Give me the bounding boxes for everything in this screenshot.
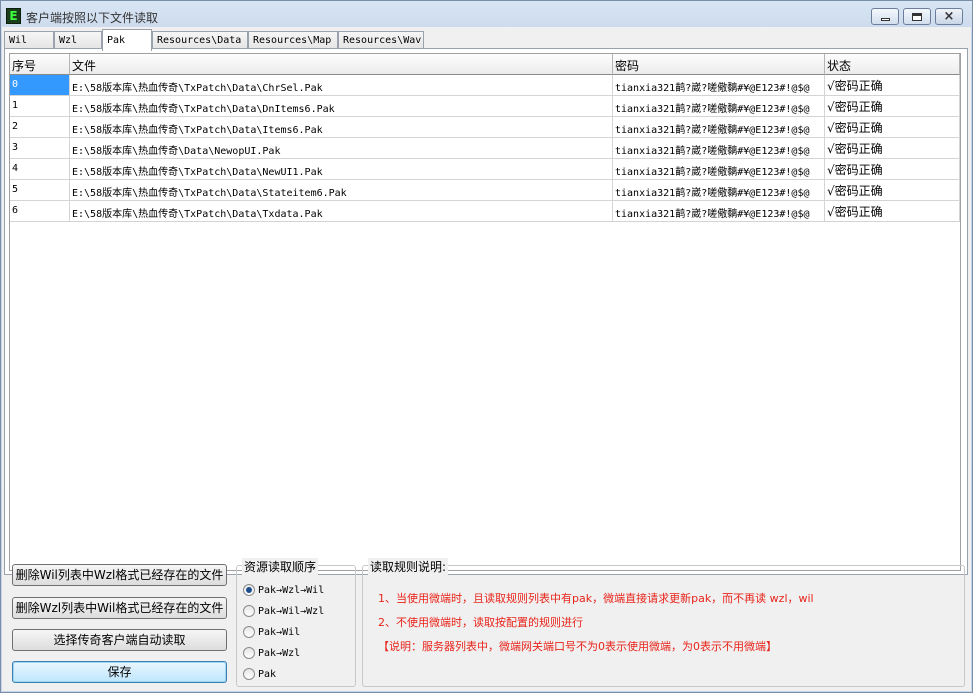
client-area: Wil Wzl Pak Resources\Data Resources\Map… [2,27,971,691]
minimize-icon [880,17,890,21]
cell-status[interactable]: √密码正确 [825,159,960,180]
cell-password[interactable]: tianxia321鹋?崴?嗟儆黐#¥@E123#!@$@ [613,201,825,222]
tab-pak[interactable]: Pak [102,29,152,51]
bottom-panel: 删除Wil列表中Wzl格式已经存在的文件 删除Wzl列表中Wil格式已经存在的文… [2,557,971,691]
cell-status[interactable]: √密码正确 [825,117,960,138]
pak-tab-panel: 序号 文件 密码 状态 0 E:\58版本库\热血传奇\TxPatch\Data\… [4,48,968,575]
delete-wil-duplicates-button[interactable]: 删除Wil列表中Wzl格式已经存在的文件 [12,564,227,586]
maximize-icon [912,12,922,21]
close-button[interactable]: × [935,8,963,25]
cell-index[interactable]: 0 [10,75,70,96]
read-rules-group: 读取规则说明: 1、当使用微端时，且读取规则列表中有pak，微端直接请求更新pa… [362,558,965,687]
cell-index[interactable]: 4 [10,159,70,180]
radio-button[interactable] [243,584,255,596]
radio-label: Pak→Wil [258,626,301,638]
cell-index[interactable]: 6 [10,201,70,222]
save-button[interactable]: 保存 [12,661,227,683]
radio-button[interactable] [243,605,255,617]
radio-label: Pak [258,668,277,680]
cell-file[interactable]: E:\58版本库\热血传奇\TxPatch\Data\DnItems6.Pak [70,96,613,117]
window-title: 客户端按照以下文件读取 [26,11,159,25]
read-order-option[interactable]: Pak→Wil [243,624,300,640]
cell-password[interactable]: tianxia321鹋?崴?嗟儆黐#¥@E123#!@$@ [613,138,825,159]
rule-line-2: 2、不使用微端时，读取按配置的规则进行 [378,616,583,629]
read-order-option[interactable]: Pak [243,666,276,682]
table-row[interactable]: 0 E:\58版本库\热血传奇\TxPatch\Data\ChrSel.Pak ti… [10,75,960,96]
read-order-group: 资源读取顺序 Pak→Wzl→Wil Pak→Wil→Wzl Pak→Wil Pak→… [236,558,356,687]
cell-index[interactable]: 5 [10,180,70,201]
cell-password[interactable]: tianxia321鹋?崴?嗟儆黐#¥@E123#!@$@ [613,117,825,138]
table-row[interactable]: 6 E:\58版本库\热血传奇\TxPatch\Data\Txdata.Pak ti… [10,201,960,222]
table-row[interactable]: 3 E:\58版本库\热血传奇\Data\NewopUI.Pak tianxia32… [10,138,960,159]
cell-status[interactable]: √密码正确 [825,138,960,159]
cell-file[interactable]: E:\58版本库\热血传奇\TxPatch\Data\Stateitem6.Pa… [70,180,613,201]
read-rules-title: 读取规则说明: [368,558,449,575]
column-header-status[interactable]: 状态 [825,54,960,75]
radio-button[interactable] [243,668,255,680]
cell-password[interactable]: tianxia321鹋?崴?嗟儆黐#¥@E123#!@$@ [613,75,825,96]
rule-note: 【说明：服务器列表中，微端网关端口号不为0表示使用微端，为0表示不用微端】 [378,640,777,653]
app-icon: E [6,8,21,24]
grid-header: 序号 文件 密码 状态 [10,54,960,75]
cell-file[interactable]: E:\58版本库\热血传奇\TxPatch\Data\NewUI1.Pak [70,159,613,180]
radio-button[interactable] [243,647,255,659]
table-row[interactable]: 5 E:\58版本库\热血传奇\TxPatch\Data\Stateitem6.P… [10,180,960,201]
close-icon: × [943,9,955,24]
cell-file[interactable]: E:\58版本库\热血传奇\TxPatch\Data\Txdata.Pak [70,201,613,222]
rule-line-1: 1、当使用微端时，且读取规则列表中有pak，微端直接请求更新pak，而不再读 w… [378,592,814,605]
radio-button[interactable] [243,626,255,638]
column-header-file[interactable]: 文件 [70,54,613,75]
table-row[interactable]: 1 E:\58版本库\热血传奇\TxPatch\Data\DnItems6.Pak… [10,96,960,117]
delete-wzl-duplicates-button[interactable]: 删除Wzl列表中Wil格式已经存在的文件 [12,597,227,619]
cell-file[interactable]: E:\58版本库\热血传奇\TxPatch\Data\Items6.Pak [70,117,613,138]
minimize-button[interactable] [871,8,899,25]
cell-status[interactable]: √密码正确 [825,180,960,201]
cell-index[interactable]: 3 [10,138,70,159]
column-header-password[interactable]: 密码 [613,54,825,75]
read-order-option[interactable]: Pak→Wzl→Wil [243,582,324,598]
cell-password[interactable]: tianxia321鹋?崴?嗟儆黐#¥@E123#!@$@ [613,96,825,117]
maximize-button[interactable] [903,8,931,25]
table-row[interactable]: 4 E:\58版本库\热血传奇\TxPatch\Data\NewUI1.Pak ti… [10,159,960,180]
auto-read-client-button[interactable]: 选择传奇客户端自动读取 [12,629,227,651]
cell-file[interactable]: E:\58版本库\热血传奇\Data\NewopUI.Pak [70,138,613,159]
file-grid[interactable]: 序号 文件 密码 状态 0 E:\58版本库\热血传奇\TxPatch\Data\… [9,53,961,571]
cell-status[interactable]: √密码正确 [825,75,960,96]
cell-status[interactable]: √密码正确 [825,96,960,117]
read-order-option[interactable]: Pak→Wzl [243,645,300,661]
radio-label: Pak→Wil→Wzl [258,605,325,617]
table-row[interactable]: 2 E:\58版本库\热血传奇\TxPatch\Data\Items6.Pak ti… [10,117,960,138]
cell-file[interactable]: E:\58版本库\热血传奇\TxPatch\Data\ChrSel.Pak [70,75,613,96]
cell-index[interactable]: 2 [10,117,70,138]
read-order-title: 资源读取顺序 [242,558,319,575]
radio-label: Pak→Wzl [258,647,301,659]
column-header-index[interactable]: 序号 [10,54,70,75]
cell-status[interactable]: √密码正确 [825,201,960,222]
read-order-option[interactable]: Pak→Wil→Wzl [243,603,324,619]
cell-index[interactable]: 1 [10,96,70,117]
main-window: E 客户端按照以下文件读取 × Wil Wzl Pak Resources\Da… [0,0,973,693]
radio-label: Pak→Wzl→Wil [258,584,325,596]
cell-password[interactable]: tianxia321鹋?崴?嗟儆黐#¥@E123#!@$@ [613,180,825,201]
cell-password[interactable]: tianxia321鹋?崴?嗟儆黐#¥@E123#!@$@ [613,159,825,180]
